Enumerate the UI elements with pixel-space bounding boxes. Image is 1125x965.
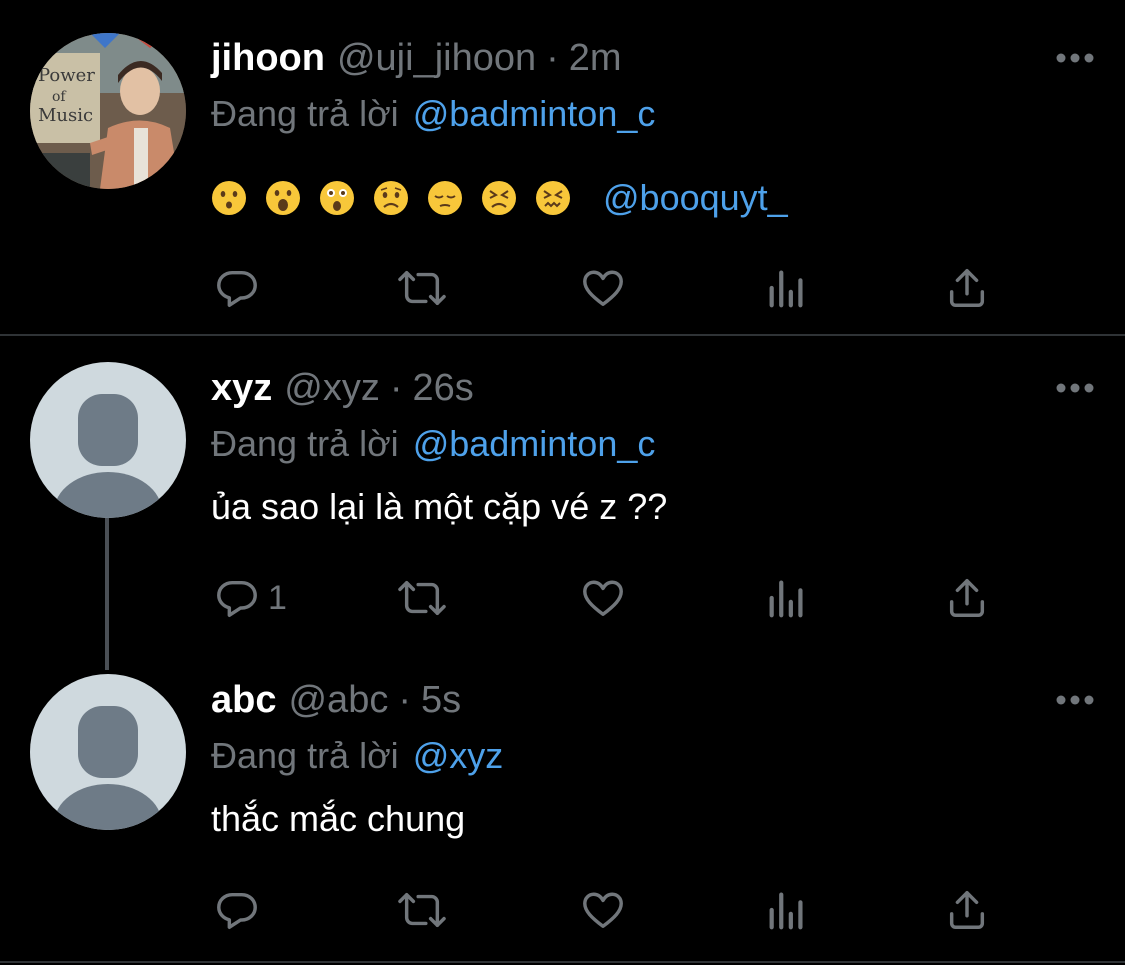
reply-button[interactable]: [214, 880, 260, 940]
divider: [0, 961, 1125, 963]
retweet-icon: [398, 892, 446, 928]
astonished-face-icon: [320, 181, 354, 215]
reply-button[interactable]: [214, 258, 260, 318]
tweet-actions: 1: [211, 568, 1011, 628]
avatar[interactable]: Power of Music: [30, 33, 186, 189]
timestamp[interactable]: 26s: [413, 367, 474, 410]
analytics-icon: [769, 270, 803, 308]
reply-button[interactable]: 1: [214, 568, 287, 628]
reply-icon: [217, 892, 257, 929]
timestamp[interactable]: 2m: [569, 37, 622, 80]
reply-count: 1: [268, 578, 287, 617]
astonished-face-open-icon: [266, 181, 300, 215]
replying-to-mention[interactable]: @badminton_c: [413, 423, 656, 465]
display-name[interactable]: jihoon: [211, 37, 325, 80]
retweet-button[interactable]: [397, 880, 447, 940]
replying-to: Đang trả lời @badminton_c: [211, 86, 1095, 142]
share-icon: [949, 579, 985, 617]
heart-icon: [583, 892, 623, 929]
svg-text:Power: Power: [38, 65, 95, 86]
analytics-icon: [769, 892, 803, 930]
pensive-face-icon: [428, 181, 462, 215]
timestamp[interactable]: 5s: [421, 679, 461, 722]
retweet-icon: [398, 580, 446, 616]
user-handle[interactable]: @xyz: [284, 367, 380, 410]
tweet[interactable]: abc @abc · 5s Đang trả lời @xyz thắc mắc…: [0, 666, 1125, 965]
tweet-actions: [211, 258, 1011, 318]
hushed-face-icon: [212, 181, 246, 215]
tweet-text: thắc mắc chung: [211, 798, 466, 839]
mention-link[interactable]: @booquyt_: [603, 177, 788, 219]
more-options-button[interactable]: [1045, 672, 1095, 728]
avatar[interactable]: [30, 362, 186, 518]
retweet-button[interactable]: [397, 568, 447, 628]
tweet[interactable]: xyz @xyz · 26s Đang trả lời @badminton_c…: [0, 336, 1125, 666]
emoji-row: [211, 180, 589, 216]
like-button[interactable]: [580, 568, 626, 628]
more-options-button[interactable]: [1045, 360, 1095, 416]
tweet-text: @booquyt_: [211, 170, 1095, 226]
more-icon: [1056, 383, 1094, 393]
replying-to: Đang trả lời @xyz: [211, 728, 1095, 784]
replying-to-label: Đang trả lời: [211, 423, 399, 464]
views-button[interactable]: [765, 568, 809, 628]
share-icon: [949, 269, 985, 307]
replying-to-mention[interactable]: @xyz: [413, 735, 504, 777]
worried-face-icon: [374, 181, 408, 215]
replying-to-mention[interactable]: @badminton_c: [413, 93, 656, 135]
display-name[interactable]: abc: [211, 679, 276, 722]
retweet-icon: [398, 270, 446, 306]
more-options-button[interactable]: [1045, 30, 1095, 86]
svg-text:of: of: [52, 89, 67, 105]
separator-dot: ·: [389, 366, 403, 409]
user-handle[interactable]: @uji_jihoon: [337, 37, 536, 80]
reply-icon: [217, 270, 257, 307]
tweet-actions: [211, 880, 1011, 940]
confounded-face-icon: [536, 181, 570, 215]
separator-dot: ·: [398, 678, 411, 721]
replying-to: Đang trả lời @badminton_c: [211, 416, 1095, 472]
default-avatar-icon: [54, 706, 162, 830]
heart-icon: [583, 270, 623, 307]
replying-to-label: Đang trả lời: [211, 93, 399, 134]
svg-text:Music: Music: [38, 105, 93, 126]
share-icon: [949, 891, 985, 929]
share-button[interactable]: [944, 568, 990, 628]
separator-dot: ·: [546, 36, 559, 79]
analytics-icon: [769, 580, 803, 618]
views-button[interactable]: [765, 258, 809, 318]
tweet[interactable]: Power of Music jihoon @uji_jihoon · 2m Đ…: [0, 0, 1125, 336]
views-button[interactable]: [765, 880, 809, 940]
like-button[interactable]: [580, 880, 626, 940]
share-button[interactable]: [944, 880, 990, 940]
share-button[interactable]: [944, 258, 990, 318]
like-button[interactable]: [580, 258, 626, 318]
retweet-button[interactable]: [397, 258, 447, 318]
avatar[interactable]: [30, 674, 186, 830]
user-handle[interactable]: @abc: [288, 679, 388, 722]
display-name[interactable]: xyz: [211, 367, 272, 410]
more-icon: [1056, 53, 1094, 63]
default-avatar-icon: [54, 394, 162, 518]
dizzy-face-icon: [482, 181, 516, 215]
heart-icon: [583, 580, 623, 617]
replying-to-label: Đang trả lời: [211, 735, 399, 776]
tweet-text: ủa sao lại là một cặp vé z ??: [211, 486, 668, 527]
more-icon: [1056, 695, 1094, 705]
reply-icon: [217, 580, 257, 617]
